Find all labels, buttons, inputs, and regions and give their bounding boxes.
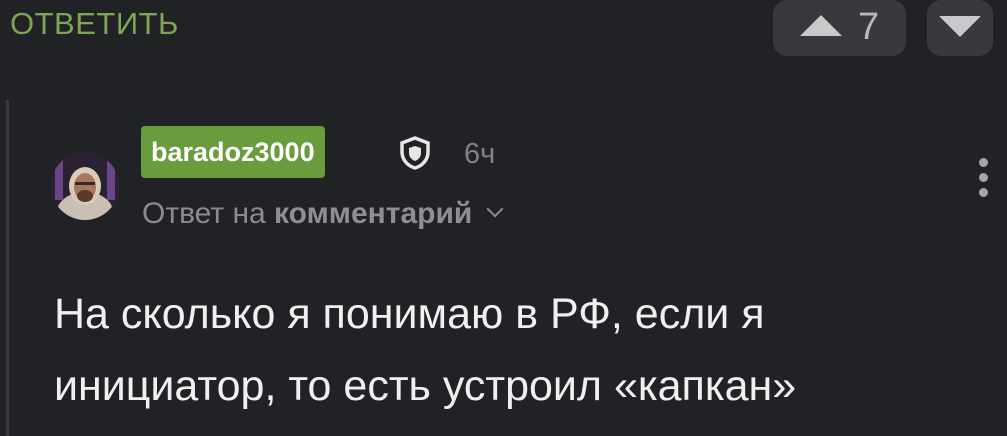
vertical-dots-icon [978,158,988,167]
triangle-down-icon [939,16,981,37]
chevron-down-icon [486,200,504,218]
downvote-button[interactable] [927,0,993,56]
shield-icon[interactable] [397,135,433,171]
more-options-button[interactable] [973,158,993,208]
comment-text: На сколько я понимаю в РФ, если я инициа… [54,278,984,422]
reply-button[interactable]: ОТВЕТИТЬ [10,6,179,42]
upvote-button[interactable]: 7 [773,0,906,56]
comment-time: 6ч [464,138,496,170]
reply-to-prefix: Ответ на [142,197,266,230]
comment-line: инициатор, то есть устроил «капкан» [54,362,797,410]
avatar-image [51,152,119,220]
avatar[interactable] [51,152,119,220]
vote-count: 7 [858,6,880,48]
thread-line[interactable] [6,100,9,436]
reply-to-link[interactable]: Ответ на комментарий [142,197,504,231]
reply-to-target: комментарий [274,197,473,230]
comment-line: На сколько я понимаю в РФ, если я [54,290,765,338]
triangle-up-icon [800,15,842,36]
username-badge[interactable]: baradoz3000 [141,126,325,178]
